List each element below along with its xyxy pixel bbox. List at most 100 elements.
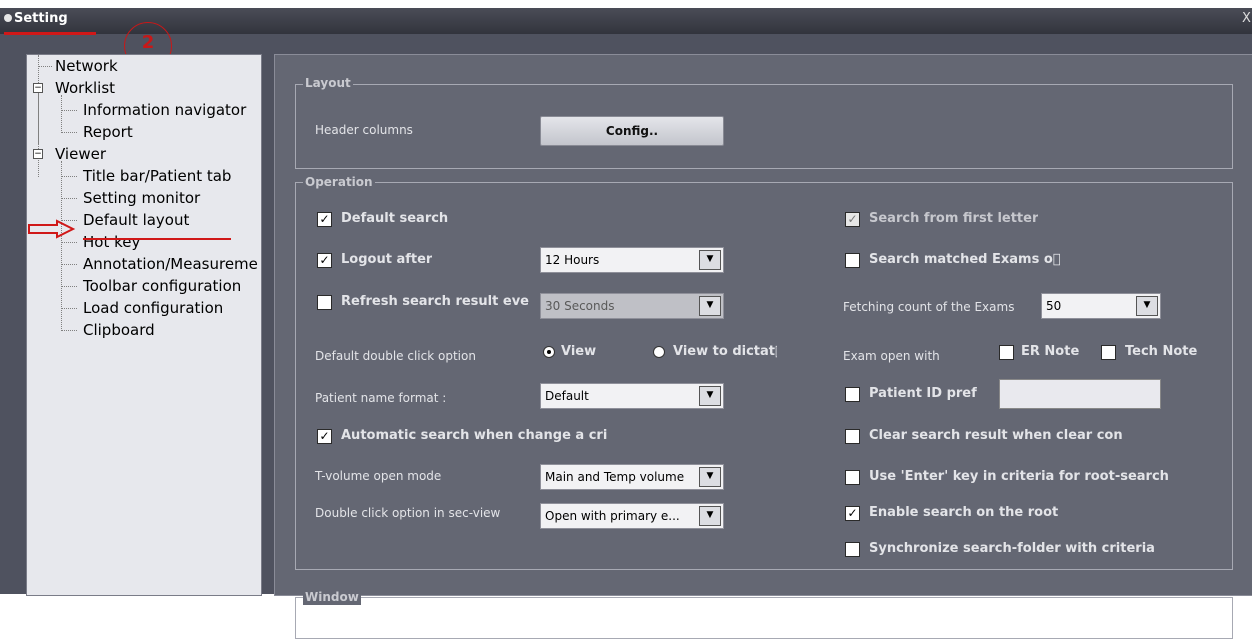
enable-search-root-label: Enable search on the root [869, 505, 1059, 520]
clear-search-result-checkbox[interactable] [845, 429, 860, 444]
operation-legend: Operation [303, 174, 375, 190]
logout-after-label: Logout after [341, 252, 433, 267]
refresh-search-checkbox[interactable] [317, 295, 332, 310]
tree-connector [61, 308, 77, 309]
tree-item-toolbar-configuration[interactable]: Toolbar configuration [83, 275, 241, 297]
search-first-letter-checkbox: ✓ [845, 212, 860, 227]
refresh-interval-select: 30 Seconds ▼ [540, 293, 724, 319]
tree-item-setting-monitor[interactable]: Setting monitor [83, 187, 200, 209]
tree-connector [61, 286, 77, 287]
view-radio[interactable] [543, 346, 555, 358]
tree-item-annotation[interactable]: Annotation/Measureme [83, 253, 258, 275]
fetching-count-label: Fetching count of the Exams [843, 300, 1015, 314]
search-first-letter-label: Search from first letter [869, 211, 1039, 226]
tree-item-information-navigator[interactable]: Information navigator [83, 99, 246, 121]
fetching-count-select[interactable]: 50 ▼ [1041, 293, 1161, 319]
annotation-arrow-icon [28, 219, 76, 239]
tree-item-clipboard[interactable]: Clipboard [83, 319, 155, 341]
automatic-search-checkbox[interactable]: ✓ [317, 429, 332, 444]
tree-connector [61, 330, 77, 331]
refresh-interval-value: 30 Seconds [545, 299, 615, 313]
exam-open-with-label: Exam open with [843, 349, 940, 363]
tree-item-report[interactable]: Report [83, 121, 133, 143]
use-enter-key-checkbox[interactable] [845, 470, 860, 485]
window-icon [4, 14, 12, 22]
patient-id-pref-label: Patient ID pref [869, 386, 977, 401]
tree-item-hot-key[interactable]: Hot key [83, 231, 140, 253]
dropdown-arrow-icon[interactable]: ▼ [1136, 296, 1158, 316]
use-enter-key-label: Use 'Enter' key in criteria for root-sea… [869, 469, 1169, 484]
default-search-checkbox[interactable]: ✓ [317, 212, 332, 227]
tree-connector [38, 66, 52, 67]
close-icon[interactable]: X [1242, 11, 1252, 29]
tree-connector [61, 161, 62, 331]
tree-item-viewer[interactable]: Viewer [55, 143, 106, 165]
search-matched-checkbox[interactable] [845, 253, 860, 268]
tree-item-worklist[interactable]: Worklist [55, 77, 115, 99]
logout-after-value: 12 Hours [545, 253, 600, 267]
layout-group [295, 84, 1233, 169]
er-note-checkbox[interactable] [999, 345, 1014, 360]
tvolume-label: T-volume open mode [315, 469, 442, 483]
enable-search-root-checkbox[interactable]: ✓ [845, 506, 860, 521]
patient-name-format-label: Patient name format : [315, 391, 447, 405]
view-radio-label: View [561, 344, 597, 359]
view-to-dictate-label: View to dictat  [673, 344, 777, 359]
logout-after-select[interactable]: 12 Hours ▼ [540, 247, 724, 273]
patient-name-format-value: Default [545, 389, 589, 403]
window-title: Setting [14, 11, 68, 26]
double-click-secview-label: Double click option in sec-view [315, 506, 501, 520]
layout-legend: Layout [303, 75, 353, 91]
view-to-dictate-radio[interactable] [653, 346, 665, 358]
automatic-search-label: Automatic search when change a cri [341, 428, 608, 443]
fetching-count-value: 50 [1046, 299, 1062, 313]
tree-connector [61, 176, 77, 177]
patient-id-pref-input[interactable] [999, 379, 1161, 409]
double-click-secview-value: Open with primary e... [545, 509, 680, 523]
window-group [295, 597, 1233, 639]
settings-content-panel: Layout Header columns Config.. Operation… [274, 54, 1252, 639]
clear-search-result-label: Clear search result when clear con [869, 428, 1123, 443]
tree-item-load-configuration[interactable]: Load configuration [83, 297, 223, 319]
search-matched-label: Search matched Exams o  [869, 252, 1061, 267]
tree-item-title-bar[interactable]: Title bar/Patient tab [83, 165, 231, 187]
title-bar: Setting X [0, 8, 1252, 35]
tech-note-checkbox[interactable] [1101, 345, 1116, 360]
annotation-underline-title [4, 32, 96, 35]
collapse-icon[interactable]: − [33, 149, 43, 159]
default-search-label: Default search [341, 211, 449, 226]
tree-connector [38, 89, 39, 144]
settings-tree: − − Network Worklist Information navigat… [26, 54, 262, 596]
tvolume-value: Main and Temp volume [545, 470, 685, 484]
tree-connector [61, 95, 62, 133]
window-legend: Window [303, 589, 361, 605]
double-click-secview-select[interactable]: Open with primary e... ▼ [540, 503, 724, 529]
default-double-click-label: Default double click option [315, 349, 476, 363]
patient-name-format-select[interactable]: Default ▼ [540, 383, 724, 409]
dropdown-arrow-icon[interactable]: ▼ [699, 506, 721, 526]
tree-connector [61, 198, 77, 199]
logout-after-checkbox[interactable]: ✓ [317, 253, 332, 268]
config-button[interactable]: Config.. [540, 116, 724, 146]
tree-item-default-layout[interactable]: Default layout [83, 209, 189, 231]
tech-note-label: Tech Note [1125, 344, 1198, 359]
tree-connector [61, 110, 77, 111]
synchronize-search-checkbox[interactable] [845, 542, 860, 557]
dropdown-arrow-icon: ▼ [699, 296, 721, 316]
tree-item-network[interactable]: Network [55, 55, 118, 77]
annotation-underline-default-layout [83, 238, 231, 240]
dropdown-arrow-icon[interactable]: ▼ [699, 250, 721, 270]
patient-id-pref-checkbox[interactable] [845, 387, 860, 402]
tree-connector [61, 132, 77, 133]
tvolume-select[interactable]: Main and Temp volume ▼ [540, 464, 724, 490]
tree-connector [61, 242, 77, 243]
header-columns-label: Header columns [315, 123, 413, 137]
dropdown-arrow-icon[interactable]: ▼ [699, 467, 721, 487]
refresh-search-label: Refresh search result eve [341, 294, 529, 309]
synchronize-search-label: Synchronize search-folder with criteria [869, 541, 1155, 556]
collapse-icon[interactable]: − [33, 83, 43, 93]
tree-connector [61, 264, 77, 265]
dropdown-arrow-icon[interactable]: ▼ [699, 386, 721, 406]
settings-window: Setting X 2 − − Network Worklist Informa… [0, 8, 1252, 639]
er-note-label: ER Note [1021, 344, 1080, 359]
